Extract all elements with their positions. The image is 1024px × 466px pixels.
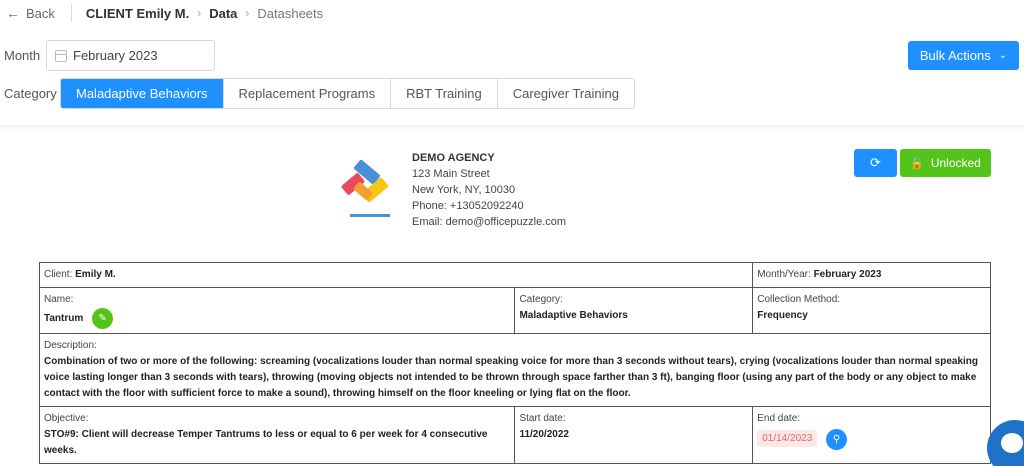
category-cell-label: Category: xyxy=(519,294,563,305)
agency-email: Email: demo@officepuzzle.com xyxy=(412,216,567,228)
section-divider xyxy=(0,125,1024,129)
name-label: Name: xyxy=(44,294,74,305)
tab-rbt-training[interactable]: RBT Training xyxy=(390,79,497,108)
agency-logo xyxy=(341,160,390,217)
description-label: Description: xyxy=(44,340,97,351)
search-icon: ⚲ xyxy=(832,433,841,445)
collection-method-label: Collection Method: xyxy=(757,294,841,305)
unlocked-label: Unlocked xyxy=(930,156,981,170)
datasheet-table: Client: Emily M. Month/Year: February 20… xyxy=(38,262,991,464)
category-cell-value: Maladaptive Behaviors xyxy=(519,310,628,321)
month-year-label: Month/Year: xyxy=(757,269,811,280)
arrow-left-icon: ← xyxy=(6,5,20,21)
back-label: Back xyxy=(26,5,55,21)
chat-widget-button[interactable] xyxy=(987,420,1024,466)
start-date-label: Start date: xyxy=(519,413,566,424)
agency-name: DEMO AGENCY xyxy=(412,152,495,164)
table-row: Description: Combination of two or more … xyxy=(39,333,991,407)
start-date-value: 11/20/2022 xyxy=(519,429,569,440)
back-button[interactable]: ← Back xyxy=(6,5,55,21)
month-label: Month xyxy=(4,48,41,63)
end-date-lookup-button[interactable]: ⚲ xyxy=(826,429,848,450)
objective-value: STO#9: Client will decrease Temper Tantr… xyxy=(44,429,488,456)
breadcrumb-datasheets: Datasheets xyxy=(257,5,324,21)
top-navigation-bar: ← Back CLIENT Emily M. › Data › Datashee… xyxy=(0,0,1024,26)
tab-replacement-programs[interactable]: Replacement Programs xyxy=(222,79,391,108)
tab-caregiver-training[interactable]: Caregiver Training xyxy=(496,79,634,108)
end-date-label: End date: xyxy=(757,413,801,424)
start-date-cell: Start date: 11/20/2022 xyxy=(514,406,754,464)
description-value: Combination of two or more of the follow… xyxy=(44,356,979,399)
chat-icon xyxy=(1001,433,1023,453)
table-row: Name: Tantrum ✎ Category: Maladaptive Be… xyxy=(38,287,991,334)
client-value: Emily M. xyxy=(75,269,116,280)
chevron-right-icon: › xyxy=(197,6,202,20)
name-value: Tantrum xyxy=(44,313,84,325)
client-label: Client: xyxy=(44,269,73,280)
agency-address-line1: 123 Main Street xyxy=(412,168,490,180)
agency-info: DEMO AGENCY 123 Main Street New York, NY… xyxy=(412,150,566,230)
collection-method-cell: Collection Method: Frequency xyxy=(752,287,991,334)
unlock-icon: 🔓 xyxy=(910,157,924,170)
client-cell: Client: Emily M. xyxy=(38,262,754,288)
agency-phone: Phone: +13052092240 xyxy=(412,200,524,212)
tab-maladaptive-behaviors[interactable]: Maladaptive Behaviors xyxy=(61,79,223,108)
table-row: Objective: STO#9: Client will decrease T… xyxy=(38,406,991,464)
calendar-icon xyxy=(55,49,67,62)
chevron-down-icon: ⌄ xyxy=(998,50,1008,61)
breadcrumb-client[interactable]: CLIENT Emily M. xyxy=(86,6,189,21)
bulk-actions-button[interactable]: Bulk Actions ⌄ xyxy=(908,41,1019,70)
agency-address-line2: New York, NY, 10030 xyxy=(412,184,516,196)
refresh-button[interactable]: ⟳ xyxy=(854,149,897,177)
name-cell: Name: Tantrum ✎ xyxy=(38,287,516,334)
chevron-right-icon: › xyxy=(245,6,250,20)
edit-name-button[interactable]: ✎ xyxy=(92,308,114,329)
collection-method-value: Frequency xyxy=(757,310,808,321)
table-row: Client: Emily M. Month/Year: February 20… xyxy=(38,262,991,288)
category-cell: Category: Maladaptive Behaviors xyxy=(514,287,754,334)
refresh-icon: ⟳ xyxy=(870,155,881,170)
objective-cell: Objective: STO#9: Client will decrease T… xyxy=(38,406,516,464)
end-date-cell: End date: 01/14/2023 ⚲ xyxy=(752,406,991,464)
breadcrumb-data[interactable]: Data xyxy=(209,6,237,21)
month-picker[interactable]: February 2023 xyxy=(46,40,215,71)
pencil-icon: ✎ xyxy=(98,312,107,324)
bulk-actions-label: Bulk Actions xyxy=(919,48,991,63)
month-year-value: February 2023 xyxy=(813,269,882,280)
month-year-cell: Month/Year: February 2023 xyxy=(752,262,991,288)
unlocked-button[interactable]: 🔓 Unlocked xyxy=(900,149,991,177)
objective-label: Objective: xyxy=(44,413,89,424)
category-tabs: Maladaptive Behaviors Replacement Progra… xyxy=(60,78,635,109)
divider xyxy=(70,4,72,22)
description-cell: Description: Combination of two or more … xyxy=(39,333,991,407)
category-label: Category xyxy=(4,86,57,101)
end-date-value: 01/14/2023 xyxy=(757,430,818,448)
month-value: February 2023 xyxy=(73,48,158,63)
